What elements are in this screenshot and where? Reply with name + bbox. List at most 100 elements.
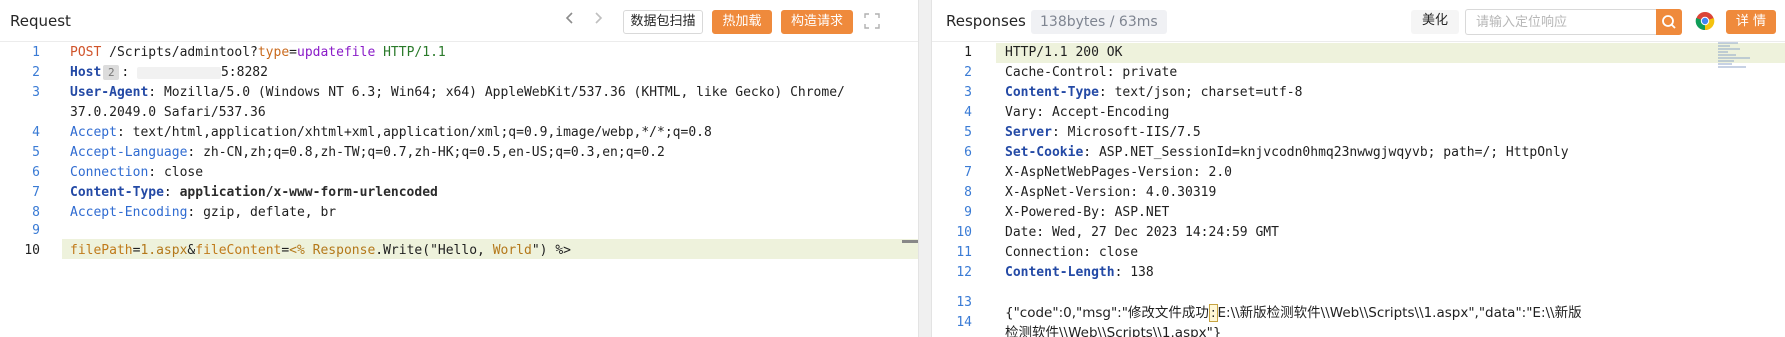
- header-value: 5:8282: [220, 65, 268, 80]
- line-number: 1: [32, 45, 40, 60]
- query-param-value: updatefile: [297, 45, 376, 60]
- header-accept-language: Accept-Language: zh-CN,zh;q=0.8,zh-TW;q=…: [70, 143, 665, 163]
- header-connection: Connection: close: [70, 163, 203, 183]
- header-content-type: Content-Type: application/x-www-form-url…: [70, 183, 438, 203]
- line-number-current: 1: [964, 45, 972, 60]
- header-accept: Accept: text/html,application/xhtml+xml,…: [70, 123, 712, 143]
- header-value: ASP.NET_SessionId=knjvcodn0hmq23nwwgjwqy…: [1098, 145, 1569, 160]
- response-pane: Responses 138bytes / 63ms 美化 详 情: [932, 0, 1785, 337]
- line-number: 2: [964, 65, 972, 80]
- header-host: Host 2: 5:8282: [70, 63, 268, 83]
- body-value: %>: [555, 243, 571, 258]
- body-key: filePath: [70, 243, 133, 258]
- line-number: 13: [956, 295, 972, 310]
- search-icon[interactable]: [1656, 9, 1682, 35]
- response-body-wrap: 检测软件\\Web\\Scripts\\1.aspx"}: [1005, 325, 1222, 337]
- header-name: Set-Cookie: [1005, 145, 1084, 160]
- chrome-icon[interactable]: [1695, 11, 1715, 31]
- response-title: Responses: [946, 12, 1026, 30]
- json-part: E:\\新版检测软件\\Web\\Scripts\\1.aspx","data"…: [1217, 305, 1582, 321]
- host-count-badge: 2: [103, 65, 120, 80]
- http-method: POST: [70, 45, 102, 60]
- request-header: Request 数据包扫描 热加载 构造请求: [0, 0, 918, 42]
- header-cache-control: Cache-Control: private: [1005, 65, 1178, 80]
- redacted-host: [136, 66, 221, 79]
- line-number: 8: [32, 205, 40, 220]
- body-value: .Write("Hello,: [375, 243, 485, 258]
- splitter-handle[interactable]: [902, 240, 918, 243]
- header-sep: :: [121, 65, 130, 80]
- line-number: 14: [956, 315, 972, 330]
- response-body: {"code":0,"msg":"修改文件成功: E:\\新版检测软件\\Web\…: [1005, 303, 1582, 323]
- beautify-button[interactable]: 美化: [1411, 10, 1459, 34]
- header-server: Server: Microsoft-IIS/7.5: [1005, 123, 1201, 143]
- request-body: filePath=1.aspx&fileContent=<% Response.…: [70, 241, 571, 261]
- body-value: World: [492, 243, 532, 258]
- header-value: Mozilla/5.0 (Windows NT 6.3; Win64; x64)…: [163, 85, 845, 100]
- line-number: 3: [32, 85, 40, 100]
- line-number: 3: [964, 85, 972, 100]
- response-header: Responses 138bytes / 63ms 美化 详 情: [932, 0, 1785, 42]
- header-name: Accept-Language: [70, 145, 188, 160]
- header-sep: :: [148, 85, 157, 100]
- header-date: Date: Wed, 27 Dec 2023 14:24:59 GMT: [1005, 225, 1279, 240]
- minimap[interactable]: [1716, 41, 1752, 71]
- header-powered-by: X-Powered-By: ASP.NET: [1005, 205, 1170, 220]
- header-value: gzip, deflate, br: [203, 205, 337, 220]
- header-sep: :: [1051, 125, 1060, 140]
- header-name: Host: [70, 65, 102, 80]
- build-request-button[interactable]: 构造请求: [781, 10, 853, 34]
- body-value: 1.aspx: [140, 243, 188, 258]
- line-number: 9: [964, 205, 972, 220]
- request-pane: Request 数据包扫描 热加载 构造请求 1 2 3 4 5 6 7 8 9…: [0, 0, 918, 337]
- line-number-current: 10: [24, 243, 40, 258]
- text-cursor: :: [1208, 304, 1218, 322]
- line-number: 8: [964, 185, 972, 200]
- header-connection: Connection: close: [1005, 245, 1139, 260]
- header-vary: Vary: Accept-Encoding: [1005, 105, 1170, 120]
- http-protocol: HTTP/1.1: [383, 45, 446, 60]
- line-number: 10: [956, 225, 972, 240]
- body-eq: =: [281, 243, 290, 258]
- line-number: 7: [964, 165, 972, 180]
- header-sep: :: [1114, 265, 1123, 280]
- line-number: 12: [956, 265, 972, 280]
- chevron-right-icon[interactable]: [588, 10, 608, 32]
- body-value: Response: [312, 243, 376, 258]
- body-key: fileContent: [195, 243, 282, 258]
- header-name: Accept: [70, 125, 117, 140]
- header-value: zh-CN,zh;q=0.8,zh-TW;q=0.7,zh-HK;q=0.5,e…: [203, 145, 665, 160]
- header-sep: :: [163, 185, 172, 200]
- header-value: close: [163, 165, 204, 180]
- line-number: 4: [964, 105, 972, 120]
- request-title: Request: [10, 12, 71, 30]
- line-number: 2: [32, 65, 40, 80]
- header-content-type: Content-Type: text/json; charset=utf-8: [1005, 83, 1302, 103]
- line-number: 9: [32, 223, 40, 238]
- detail-button[interactable]: 详 情: [1726, 10, 1776, 34]
- line-number: 5: [32, 145, 40, 160]
- expand-icon[interactable]: [863, 12, 881, 30]
- body-value: "): [531, 243, 548, 258]
- header-sep: :: [1098, 85, 1107, 100]
- body-value: <%: [289, 243, 305, 258]
- chevron-left-icon[interactable]: [560, 10, 580, 32]
- header-name: Server: [1005, 125, 1052, 140]
- packet-scan-button[interactable]: 数据包扫描: [623, 10, 703, 34]
- header-name: Connection: [70, 165, 149, 180]
- response-search-input[interactable]: [1465, 9, 1656, 35]
- header-content-length: Content-Length: 138: [1005, 263, 1154, 283]
- header-webpages-version: X-AspNetWebPages-Version: 2.0: [1005, 165, 1232, 180]
- line-number: 5: [964, 125, 972, 140]
- response-stats-badge: 138bytes / 63ms: [1031, 10, 1167, 34]
- line-number: 6: [32, 165, 40, 180]
- request-path: /Scripts/admintool?: [109, 45, 258, 60]
- header-sep: :: [187, 145, 196, 160]
- header-name: Content-Type: [1005, 85, 1099, 100]
- pane-splitter[interactable]: [918, 0, 932, 337]
- query-eq: =: [289, 45, 297, 60]
- line-number: 4: [32, 125, 40, 140]
- header-user-agent-wrap: 37.0.2049.0 Safari/537.36: [70, 105, 266, 120]
- header-user-agent: User-Agent: Mozilla/5.0 (Windows NT 6.3;…: [70, 83, 845, 103]
- hot-load-button[interactable]: 热加载: [712, 10, 772, 34]
